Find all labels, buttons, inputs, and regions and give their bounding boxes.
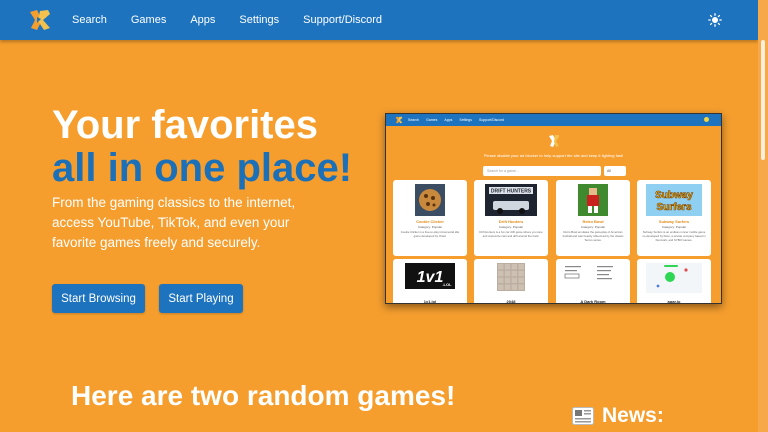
nav-support-link[interactable]: Support/Discord [303,14,382,26]
preview-mascot-icon [549,135,559,147]
hero-description: From the gaming classics to the internet… [52,195,296,250]
news-heading: News: [572,404,664,428]
preview-game-card: agar.io [637,259,711,304]
a-dark-room-thumbnail [563,263,623,291]
start-browsing-button[interactable]: Start Browsing [52,284,145,313]
svg-text:.LOL: .LOL [442,282,452,287]
preview-logo-icon [395,116,403,124]
hero-title-line1: Your favorites [52,103,318,147]
nav-settings-link[interactable]: Settings [239,14,279,26]
preview-search-input: Search for a game... [483,166,601,176]
preview-game-card: DRIFT HUNTERS Drift Hunters Category: Po… [474,180,548,256]
svg-text:1v1: 1v1 [417,269,444,286]
preview-game-category: Category: Popular [661,225,687,229]
preview-game-name: agar.io [667,299,681,304]
drift-hunters-thumbnail: DRIFT HUNTERS [485,184,537,216]
news-label: News: [602,404,664,427]
preview-game-category: Category: Popular [498,225,524,229]
preview-game-description: Retro Bowl emulates the gameplay of Amer… [562,230,624,242]
site-preview-screenshot: Search Games Apps Settings Support/Disco… [385,113,722,304]
preview-game-category: Category: Popular [417,225,443,229]
preview-game-name: Subway Surfers [658,219,690,224]
preview-game-card: 2048 [474,259,548,304]
sun-icon [708,13,722,27]
retro-bowl-thumbnail [578,184,608,216]
top-navbar: Search Games Apps Settings Support/Disco… [0,0,758,40]
preview-game-category: Category: Popular [580,225,606,229]
preview-game-card: Subway Surfers Subway Surfers Category: … [637,180,711,256]
preview-nav-link: Apps [444,118,453,122]
nav-search-link[interactable]: Search [72,14,107,26]
svg-text:DRIFT HUNTERS: DRIFT HUNTERS [491,189,532,195]
preview-game-name: A Dark Room [580,299,606,304]
preview-nav-link: Games [426,118,438,122]
preview-game-description: Drift Hunters is a fun car drift game wh… [479,230,543,238]
preview-game-card: A Dark Room [556,259,630,304]
preview-nav-link: Settings [459,118,473,122]
preview-game-name: 2048 [506,299,516,304]
preview-game-card: Cookie Clicker Category: Popular Cookie … [393,180,467,256]
preview-nav-link: Search [408,118,420,122]
preview-game-card: Retro Bowl Category: Popular Retro Bowl … [556,180,630,256]
preview-game-name: 1v1.lol [423,299,437,304]
preview-game-description: Subway Surfers is an endless runner mobi… [642,230,706,242]
page-scrollbar[interactable] [758,0,768,432]
svg-text:Surfers: Surfers [656,202,691,213]
2048-thumbnail [497,263,525,291]
preview-filter-select: All [604,166,626,176]
svg-text:Subway: Subway [655,190,693,201]
scrollbar-thumb[interactable] [761,40,765,160]
start-playing-button[interactable]: Start Playing [159,284,243,313]
preview-nav-link: Support/Discord [479,118,505,122]
theme-toggle-button[interactable] [707,12,723,28]
preview-game-description: Cookie Clicker is a free-to-play increme… [400,230,460,238]
preview-game-name: Retro Bowl [582,219,604,224]
preview-game-name: Cookie Clicker [416,219,444,224]
agar-io-thumbnail [646,263,702,293]
site-logo-icon[interactable] [28,8,52,32]
preview-sun-icon [704,117,709,122]
subway-surfers-thumbnail: Subway Surfers [646,184,702,216]
preview-game-card: 1v1 .LOL 1v1.lol [393,259,467,304]
nav-games-link[interactable]: Games [131,14,166,26]
preview-game-name: Drift Hunters [498,219,524,224]
1v1-lol-thumbnail: 1v1 .LOL [405,263,455,289]
preview-support-text: Please disable your ad blocker to help s… [483,153,624,158]
random-games-heading: Here are two random games! [71,380,456,411]
newspaper-icon [572,407,594,425]
hero-title-line2: all in one place! [52,146,353,190]
nav-links: Search Games Apps Settings Support/Disco… [72,0,406,40]
cookie-clicker-thumbnail [415,184,445,216]
nav-apps-link[interactable]: Apps [190,14,215,26]
preview-navbar: Search Games Apps Settings Support/Disco… [386,114,721,126]
